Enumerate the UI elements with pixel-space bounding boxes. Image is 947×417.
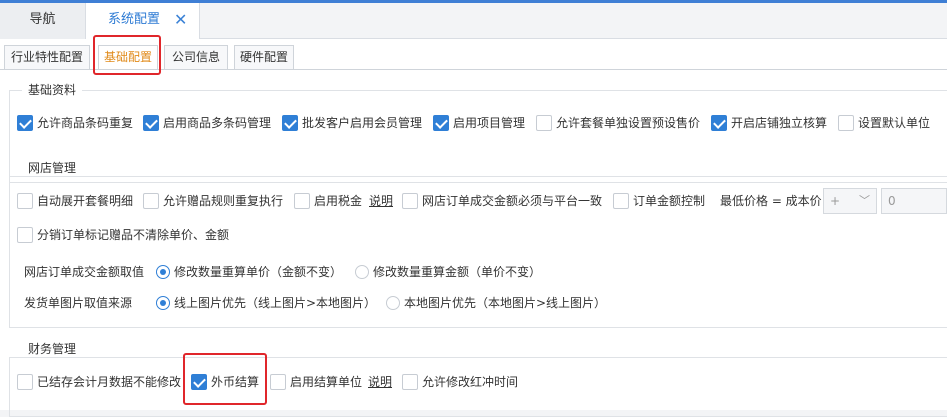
checkbox-box[interactable] [838, 115, 854, 131]
chevron-down-icon: ﹀ [859, 194, 870, 207]
checkbox-box[interactable] [17, 193, 33, 209]
checkbox-box[interactable] [613, 193, 629, 209]
subtab-hardware[interactable]: 硬件配置 [234, 45, 294, 70]
checkbox-box[interactable] [402, 374, 418, 390]
section-basic-title: 基础资料 [22, 81, 83, 98]
tax-help-link[interactable]: 说明 [369, 192, 393, 210]
min-price-amount-value: 0 [888, 194, 896, 208]
radio-circle[interactable] [156, 296, 170, 310]
radio-circle[interactable] [156, 265, 170, 279]
checkbox-box[interactable] [17, 115, 33, 131]
checkbox-box[interactable] [270, 374, 286, 390]
image-source-label: 发货单图片取值来源 [24, 296, 133, 310]
checkbox-box[interactable] [17, 374, 33, 390]
amount-value-label: 网店订单成交金额取值 [24, 265, 145, 279]
tab-nav[interactable]: 导航 [0, 3, 86, 39]
operator-select-value: + [830, 194, 841, 208]
subtab-industry[interactable]: 行业特性配置 [4, 45, 90, 70]
checkbox-box[interactable] [433, 115, 449, 131]
section-finance-title: 财务管理 [22, 340, 83, 357]
highlight-box-foreign-currency [183, 353, 267, 405]
section-basic [9, 90, 947, 183]
close-icon[interactable]: ✕ [174, 3, 187, 37]
min-price-amount-input[interactable]: 0 [881, 188, 947, 214]
config-panel: 行业特性配置 基础配置 公司信息 硬件配置 基础资料 允许商品条码重复 启用商品… [0, 35, 947, 417]
section-online-title: 网店管理 [22, 159, 83, 176]
tab-system-config-label: 系统配置 [108, 12, 161, 27]
radio-circle[interactable] [386, 296, 400, 310]
operator-select[interactable]: + ﹀ [823, 188, 877, 214]
checkbox-box[interactable] [402, 193, 418, 209]
main-tab-bar: 导航 系统配置 ✕ [0, 3, 947, 40]
highlight-box-basic-tab [93, 35, 161, 75]
checkbox-box[interactable] [711, 115, 727, 131]
checkbox-box[interactable] [536, 115, 552, 131]
settlement-unit-help-link[interactable]: 说明 [368, 373, 392, 391]
radio-circle[interactable] [355, 265, 369, 279]
min-price-label: 最低价格 = 成本价 [720, 194, 822, 208]
checkbox-box[interactable] [17, 227, 33, 243]
checkbox-box[interactable] [282, 115, 298, 131]
checkbox-box[interactable] [143, 115, 159, 131]
checkbox-box[interactable] [294, 193, 310, 209]
checkbox-box[interactable] [143, 193, 159, 209]
subtab-company[interactable]: 公司信息 [164, 45, 228, 70]
